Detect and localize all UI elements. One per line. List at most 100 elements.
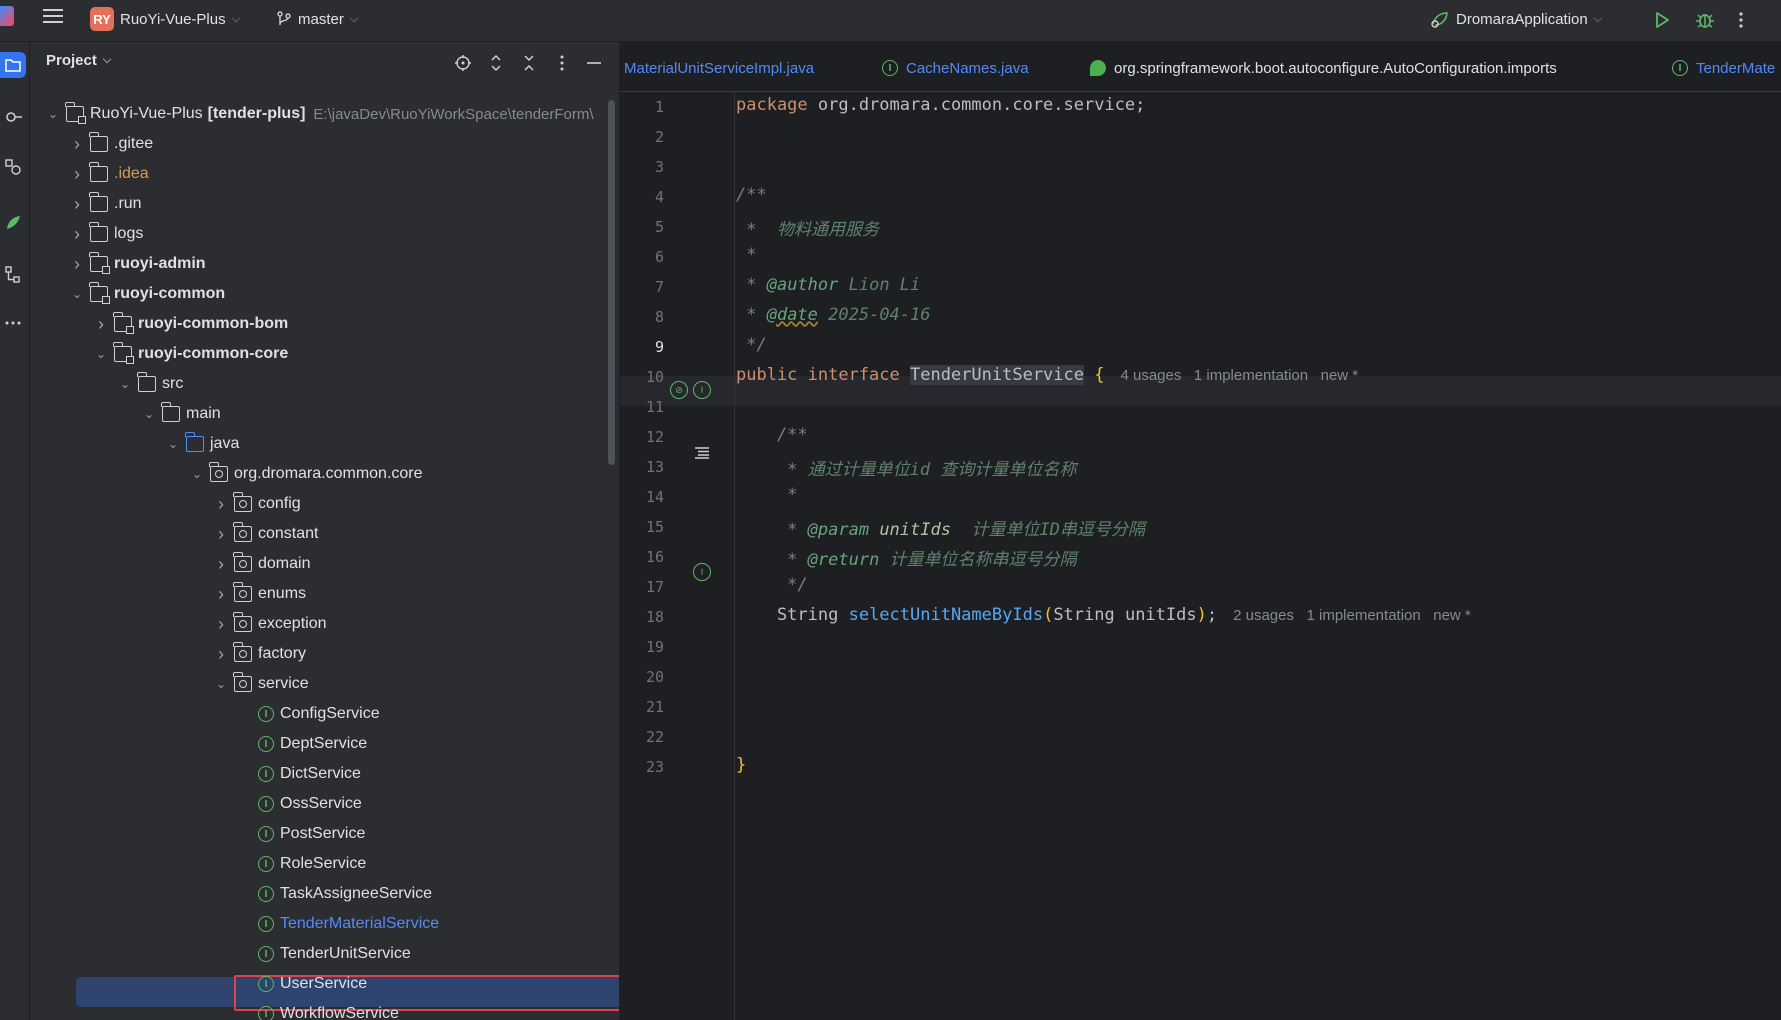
- project-selector[interactable]: RY RuoYi-Vue-Plus ⌵: [90, 3, 240, 35]
- code-line-1[interactable]: package org.dromara.common.core.service;: [736, 95, 1145, 115]
- chevron-right-icon[interactable]: ›: [214, 524, 228, 545]
- chevron-right-icon[interactable]: ›: [214, 584, 228, 605]
- chevron-right-icon[interactable]: ›: [70, 194, 84, 215]
- code-line-5[interactable]: *: [736, 245, 756, 265]
- chevron-right-icon[interactable]: ›: [214, 494, 228, 515]
- chevron-right-icon[interactable]: ›: [214, 614, 228, 635]
- run-button[interactable]: [1652, 4, 1672, 36]
- chevron-right-icon[interactable]: ›: [70, 254, 84, 275]
- chevron-right-icon[interactable]: ›: [214, 644, 228, 665]
- line-number[interactable]: 19: [620, 638, 664, 656]
- tab-material-unit-service-impl[interactable]: MaterialUnitServiceImpl.java: [624, 56, 814, 80]
- project-view-selector[interactable]: Project ⌵: [46, 52, 111, 69]
- line-number[interactable]: 3: [620, 158, 664, 176]
- tree-item[interactable]: ⌄ ruoyi-common: [30, 279, 619, 309]
- options-icon[interactable]: [551, 52, 573, 74]
- tree-item[interactable]: I ConfigService: [30, 699, 619, 729]
- no-usages-icon[interactable]: ⊘: [670, 381, 688, 399]
- line-number[interactable]: 14: [620, 488, 664, 506]
- line-number[interactable]: 15: [620, 518, 664, 536]
- tree-item[interactable]: › ruoyi-common-bom: [30, 309, 619, 339]
- chevron-right-icon[interactable]: ›: [214, 554, 228, 575]
- implemented-by-icon[interactable]: I: [693, 563, 711, 581]
- tree-item[interactable]: ⌄ main: [30, 399, 619, 429]
- branch-selector[interactable]: master ⌵: [276, 3, 358, 35]
- project-tool-icon[interactable]: [0, 52, 26, 78]
- tree-item[interactable]: › .run: [30, 189, 619, 219]
- chevron-down-icon[interactable]: ⌄: [118, 377, 132, 391]
- code-line-7[interactable]: * @date 2025-04-16: [736, 305, 930, 325]
- code-line-3[interactable]: /**: [736, 185, 767, 205]
- chevron-right-icon[interactable]: ›: [94, 314, 108, 335]
- code-line-12[interactable]: * 通过计量单位id 查询计量单位名称: [736, 455, 1076, 480]
- tree-item[interactable]: › domain: [30, 549, 619, 579]
- tree-item[interactable]: ⌄ service: [30, 669, 619, 699]
- chevron-down-icon[interactable]: ⌄: [142, 407, 156, 421]
- commit-tool-icon[interactable]: [0, 104, 26, 130]
- tree-item[interactable]: ⌄ src: [30, 369, 619, 399]
- tree-item[interactable]: I TenderUnitService: [30, 939, 619, 969]
- tree-item[interactable]: ⌄ org.dromara.common.core: [30, 459, 619, 489]
- line-number[interactable]: 11: [620, 398, 664, 416]
- main-menu-icon[interactable]: [40, 4, 66, 28]
- code-vision-hint[interactable]: 4 usages 1 implementation new *: [1120, 367, 1358, 384]
- line-number[interactable]: 22: [620, 728, 664, 746]
- code-line-6[interactable]: * @author Lion Li: [736, 275, 920, 295]
- structure-tool-icon[interactable]: [0, 262, 26, 288]
- tab-autoconfiguration-imports[interactable]: org.springframework.boot.autoconfigure.A…: [1090, 56, 1557, 80]
- collapse-all-icon[interactable]: [518, 52, 540, 74]
- more-tools-icon[interactable]: [0, 310, 26, 336]
- tree-item[interactable]: › factory: [30, 639, 619, 669]
- tree-item[interactable]: › logs: [30, 219, 619, 249]
- line-number[interactable]: 5: [620, 218, 664, 236]
- chevron-down-icon[interactable]: ⌄: [70, 287, 84, 301]
- code-line-8[interactable]: */: [736, 335, 766, 355]
- code-line-4[interactable]: * 物料通用服务: [736, 215, 879, 240]
- tree-item[interactable]: I OssService: [30, 789, 619, 819]
- code-line-13[interactable]: *: [736, 485, 797, 505]
- code-line-17[interactable]: String selectUnitNameByIds(String unitId…: [736, 605, 1471, 625]
- line-number[interactable]: 13: [620, 458, 664, 476]
- chevron-down-icon[interactable]: ⌄: [190, 467, 204, 481]
- line-number[interactable]: 16: [620, 548, 664, 566]
- tree-item[interactable]: I WorkflowService: [30, 999, 619, 1020]
- intellij-logo-icon[interactable]: [0, 6, 14, 26]
- tree-item[interactable]: I DictService: [30, 759, 619, 789]
- chevron-down-icon[interactable]: ⌄: [46, 107, 60, 121]
- line-number[interactable]: 23: [620, 758, 664, 776]
- line-number[interactable]: 17: [620, 578, 664, 596]
- chevron-right-icon[interactable]: ›: [70, 224, 84, 245]
- code-line-11[interactable]: /**: [736, 425, 808, 445]
- line-number[interactable]: 21: [620, 698, 664, 716]
- tree-item[interactable]: › constant: [30, 519, 619, 549]
- line-number[interactable]: 20: [620, 668, 664, 686]
- tree-item[interactable]: I UserService: [30, 969, 619, 999]
- tree-item[interactable]: I DeptService: [30, 729, 619, 759]
- line-number[interactable]: 1: [620, 98, 664, 116]
- jrebel-tool-icon[interactable]: [0, 210, 26, 236]
- code-line-14[interactable]: * @param unitIds 计量单位ID串逗号分隔: [736, 515, 1145, 540]
- tree-item[interactable]: › exception: [30, 609, 619, 639]
- code-line-22[interactable]: }: [736, 755, 746, 775]
- code-vision-hint[interactable]: 2 usages 1 implementation new *: [1233, 607, 1471, 624]
- tree-item[interactable]: › .idea: [30, 159, 619, 189]
- line-number[interactable]: 6: [620, 248, 664, 266]
- tree-item[interactable]: › enums: [30, 579, 619, 609]
- locate-file-icon[interactable]: [452, 52, 474, 74]
- tree-item[interactable]: › ruoyi-admin: [30, 249, 619, 279]
- chevron-right-icon[interactable]: ›: [70, 164, 84, 185]
- chevron-right-icon[interactable]: ›: [70, 134, 84, 155]
- tree-item[interactable]: I PostService: [30, 819, 619, 849]
- line-number[interactable]: 2: [620, 128, 664, 146]
- tree-item[interactable]: › .gitee: [30, 129, 619, 159]
- implemented-by-icon[interactable]: I: [693, 381, 711, 399]
- expand-all-icon[interactable]: [485, 52, 507, 74]
- line-number[interactable]: 18: [620, 608, 664, 626]
- tree-item[interactable]: I TaskAssigneeService: [30, 879, 619, 909]
- tree-root[interactable]: ⌄ RuoYi-Vue-Plus [tender-plus] E:\javaDe…: [30, 99, 619, 129]
- code-line-9[interactable]: public interface TenderUnitService {4 us…: [736, 365, 1358, 385]
- tree-item[interactable]: ⌄ ruoyi-common-core: [30, 339, 619, 369]
- code-line-16[interactable]: */: [736, 575, 807, 595]
- tree-item[interactable]: I RoleService: [30, 849, 619, 879]
- code-line-15[interactable]: * @return 计量单位名称串逗号分隔: [736, 545, 1076, 570]
